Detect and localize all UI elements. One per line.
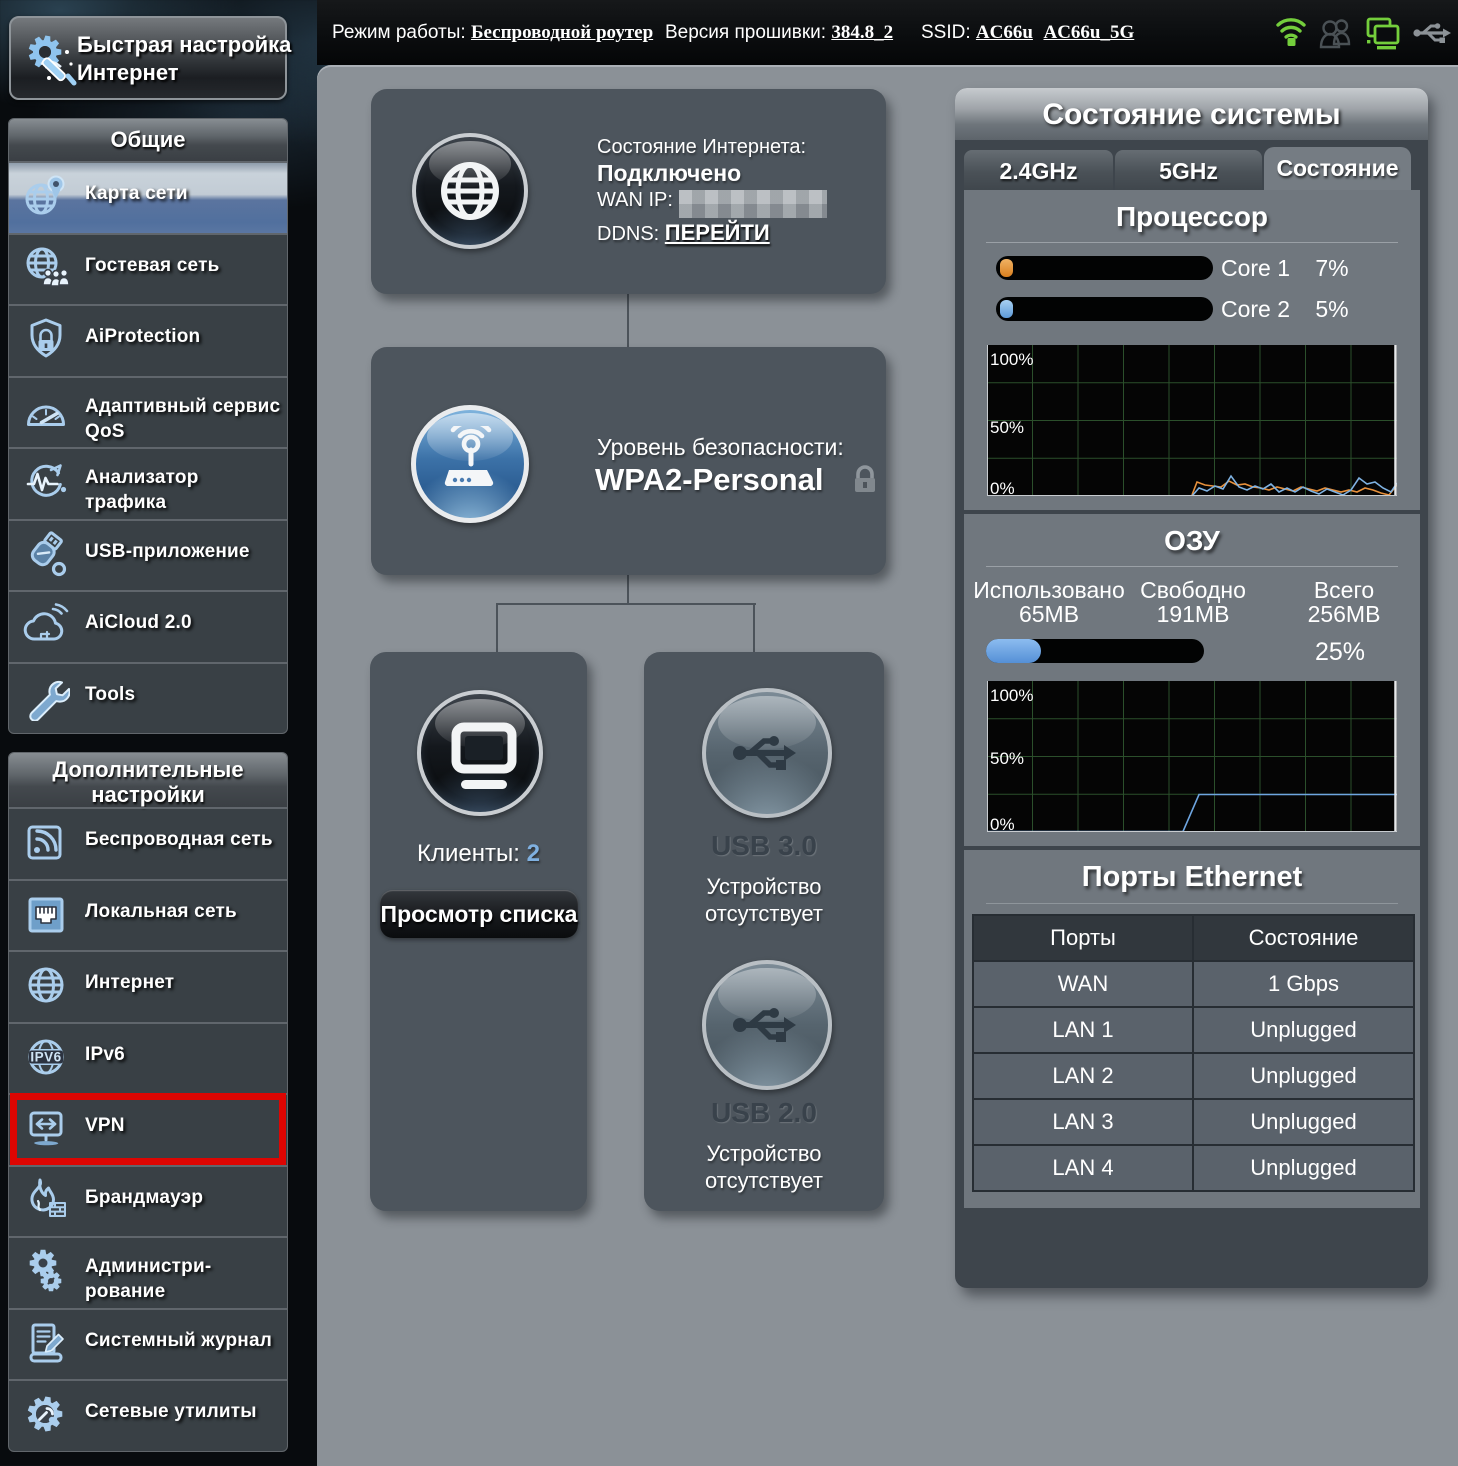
svg-text:IPV6: IPV6 [30, 1049, 61, 1064]
